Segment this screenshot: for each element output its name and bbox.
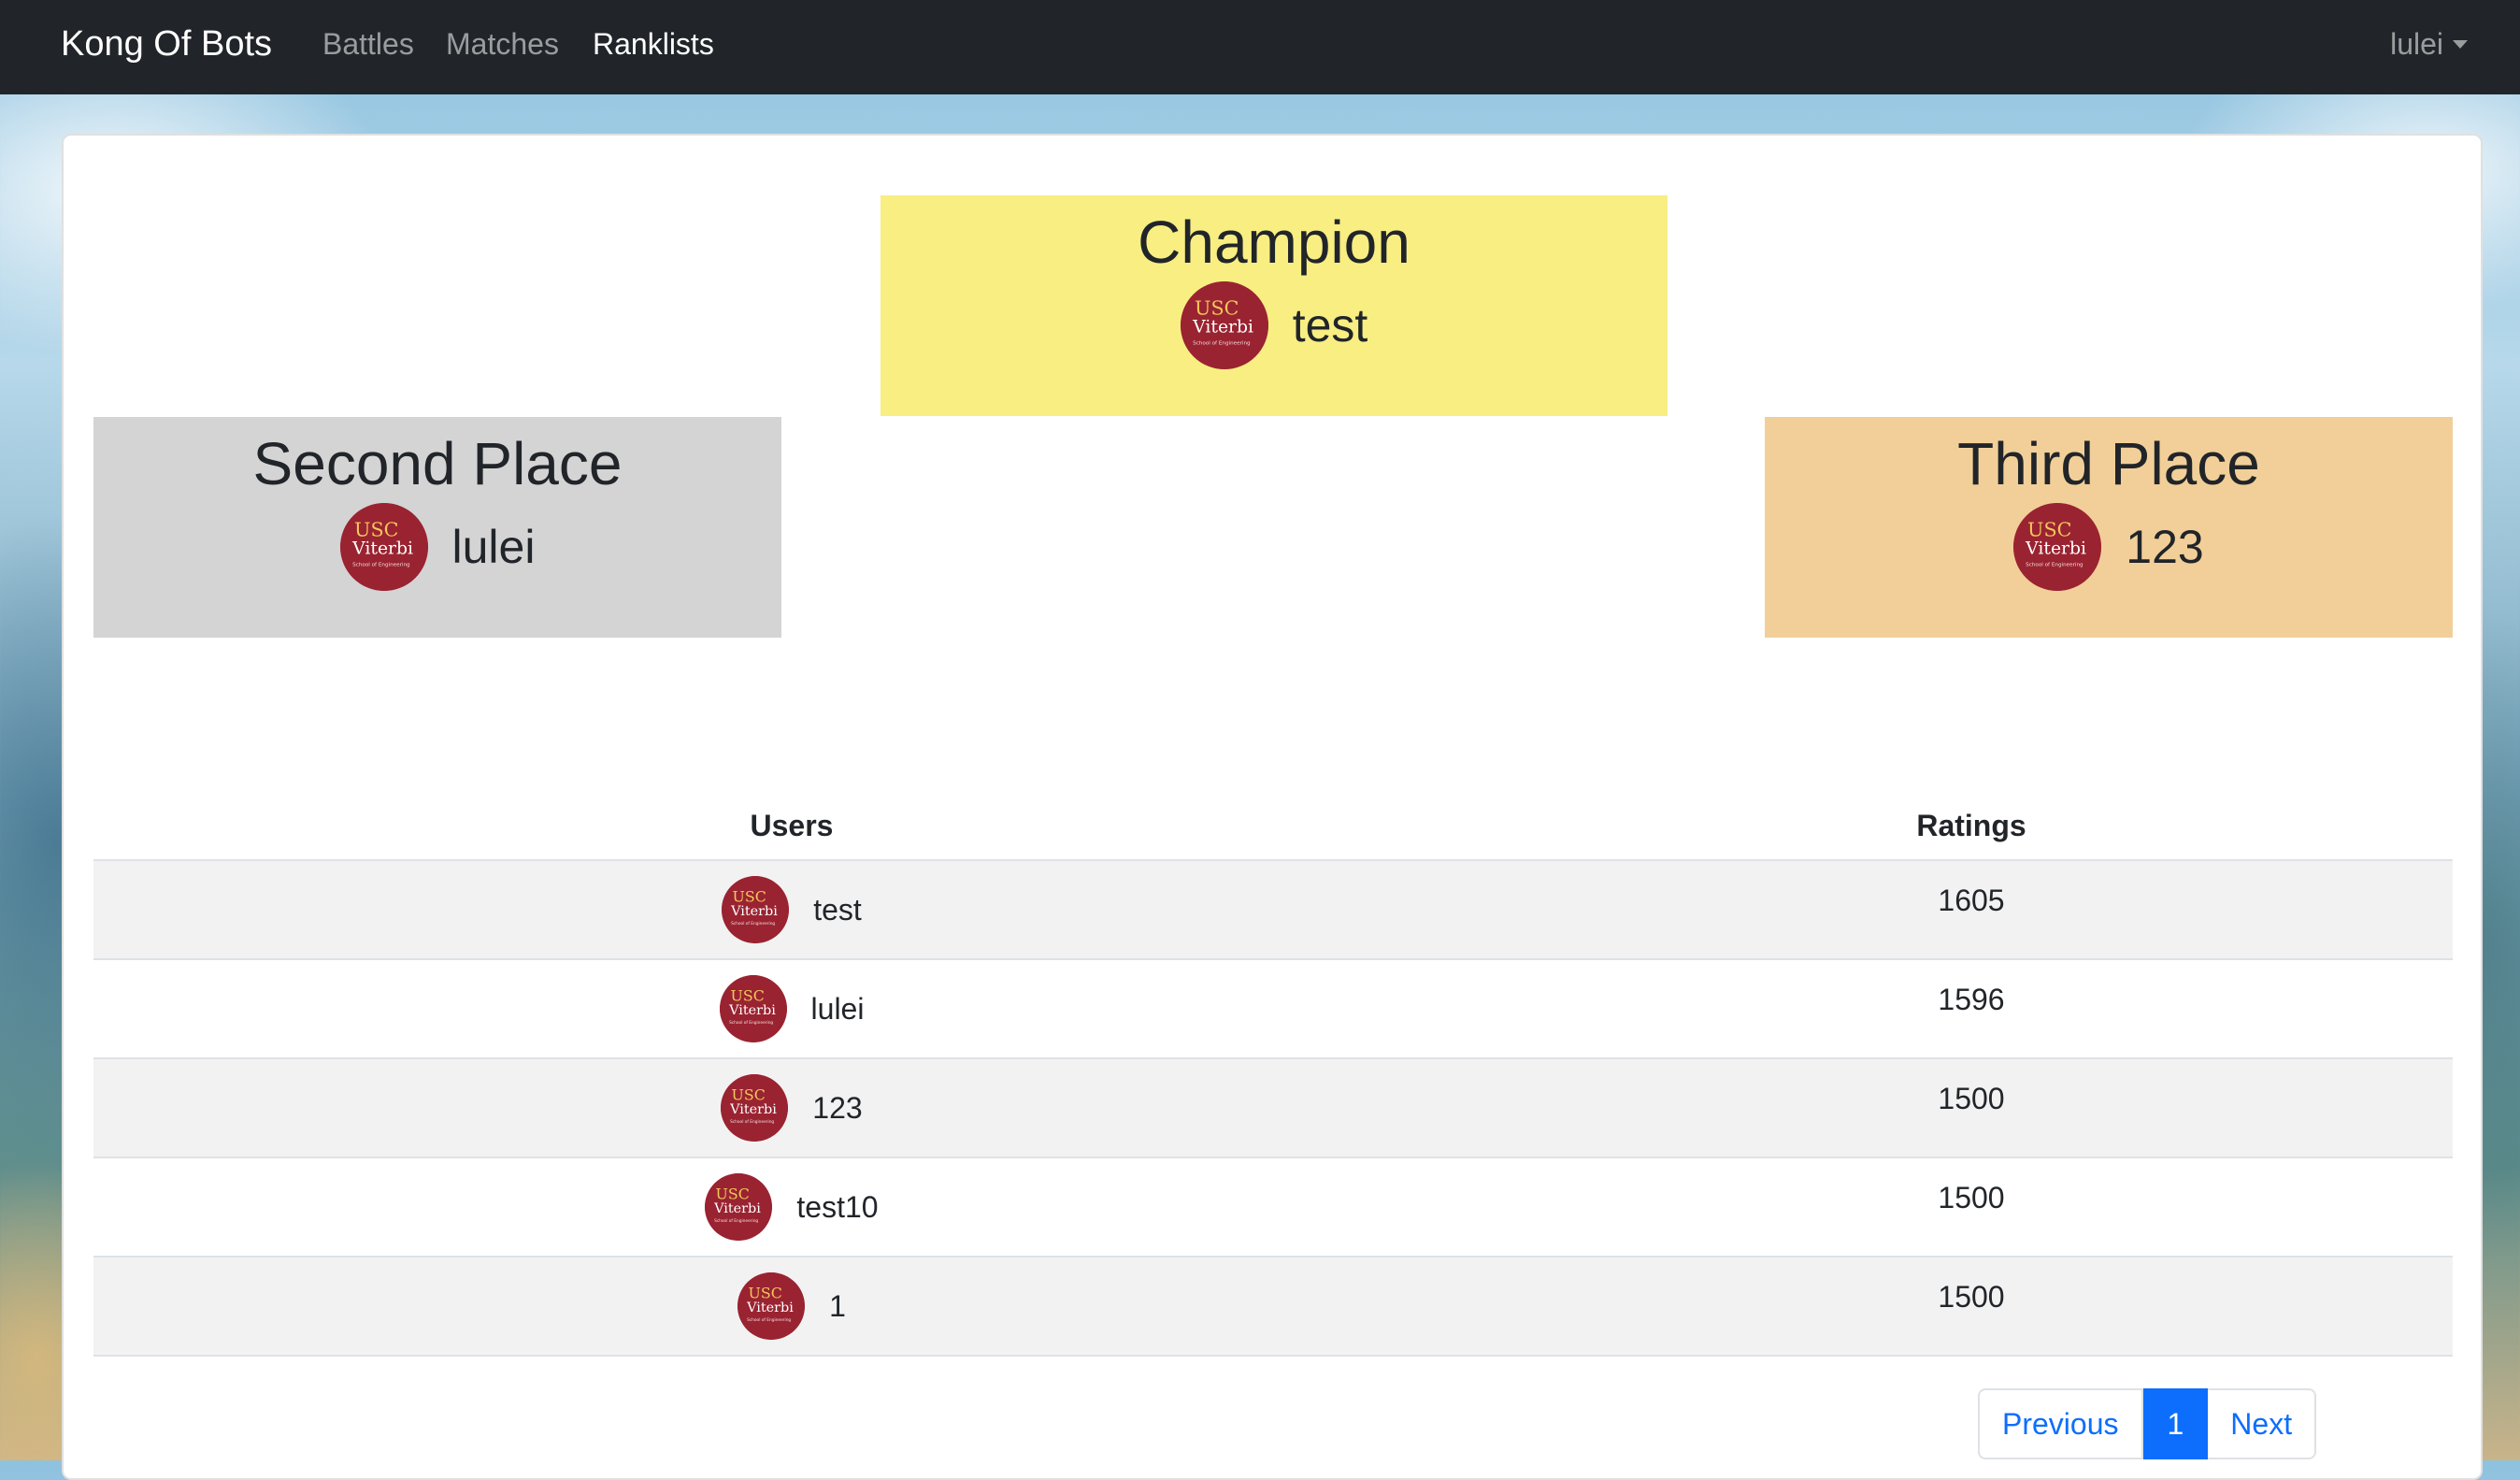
svg-text:USC: USC xyxy=(1195,297,1239,320)
avatar: USC Viterbi School of Engineering xyxy=(705,1173,773,1241)
third-place-name: 123 xyxy=(2126,521,2204,573)
ranklist-card: Champion USC Viterbi School of Engineering… xyxy=(62,134,2483,1480)
row-user: lulei xyxy=(810,991,865,1026)
table-row: USC Viterbi School of Engineering lulei 15… xyxy=(93,960,2453,1059)
avatar: USC Viterbi School of Engineering xyxy=(722,876,790,943)
user-name: lulei xyxy=(2390,27,2443,61)
svg-text:School of Engineering: School of Engineering xyxy=(352,563,410,568)
svg-text:Viterbi: Viterbi xyxy=(2025,539,2086,559)
champion-name: test xyxy=(1292,299,1368,352)
users-header: Users xyxy=(750,809,834,842)
svg-text:School of Engineering: School of Engineering xyxy=(730,1119,774,1125)
brand-link[interactable]: Kong Of Bots xyxy=(61,21,272,67)
page-1-button[interactable]: 1 xyxy=(2142,1388,2209,1459)
row-rating: 1500 xyxy=(1938,1181,2005,1214)
svg-text:Viterbi: Viterbi xyxy=(351,539,413,559)
ratings-header: Ratings xyxy=(1916,809,2026,842)
svg-text:USC: USC xyxy=(354,519,398,541)
nav-battles[interactable]: Battles xyxy=(322,23,414,65)
svg-text:Viterbi: Viterbi xyxy=(730,904,778,919)
row-rating: 1500 xyxy=(1938,1082,2005,1115)
previous-page-button[interactable]: Previous xyxy=(1978,1388,2143,1459)
avatar: USC Viterbi School of Engineering xyxy=(737,1272,806,1340)
third-place-panel: Third Place USC Viterbi School of Engineer… xyxy=(1765,417,2453,638)
second-place-name: lulei xyxy=(451,521,536,573)
row-user: test xyxy=(813,892,862,927)
table-header: Users Ratings xyxy=(93,790,2453,861)
champion-panel: Champion USC Viterbi School of Engineering… xyxy=(881,195,1668,416)
row-rating: 1605 xyxy=(1938,884,2005,917)
avatar: USC Viterbi School of Engineering xyxy=(1180,281,1268,369)
row-rating: 1500 xyxy=(1938,1280,2005,1314)
row-user: 1 xyxy=(829,1288,846,1323)
avatar: USC Viterbi School of Engineering xyxy=(339,503,428,591)
champion-title: Champion xyxy=(1138,208,1410,276)
svg-text:USC: USC xyxy=(716,1185,750,1202)
ranklist-table: Users Ratings USC Viterbi School of Engine… xyxy=(93,790,2453,1357)
second-place-panel: Second Place USC Viterbi School of Enginee… xyxy=(93,417,781,638)
pagination: Previous 1 Next xyxy=(1978,1388,2317,1459)
next-page-button[interactable]: Next xyxy=(2208,1388,2317,1459)
top-navbar: Kong Of Bots Battles Matches Ranklists l… xyxy=(0,0,2520,94)
svg-text:Viterbi: Viterbi xyxy=(713,1201,761,1216)
svg-text:School of Engineering: School of Engineering xyxy=(1193,341,1251,347)
svg-text:School of Engineering: School of Engineering xyxy=(714,1218,758,1224)
svg-text:School of Engineering: School of Engineering xyxy=(2026,563,2083,568)
nav-ranklists[interactable]: Ranklists xyxy=(593,23,714,65)
avatar: USC Viterbi School of Engineering xyxy=(2013,503,2102,591)
table-row: USC Viterbi School of Engineering 123 1500 xyxy=(93,1059,2453,1158)
third-place-title: Third Place xyxy=(1957,430,2260,497)
user-dropdown[interactable]: lulei xyxy=(2390,23,2468,65)
svg-text:School of Engineering: School of Engineering xyxy=(747,1317,791,1323)
second-place-title: Second Place xyxy=(252,430,623,497)
table-row: USC Viterbi School of Engineering test10 1… xyxy=(93,1158,2453,1257)
svg-text:School of Engineering: School of Engineering xyxy=(731,921,775,927)
row-user: test10 xyxy=(796,1189,879,1224)
svg-text:Viterbi: Viterbi xyxy=(729,1102,777,1117)
caret-down-icon xyxy=(2453,39,2468,49)
svg-text:USC: USC xyxy=(2027,519,2071,541)
svg-text:USC: USC xyxy=(732,1085,766,1103)
avatar: USC Viterbi School of Engineering xyxy=(721,1074,789,1142)
nav-matches[interactable]: Matches xyxy=(446,23,559,65)
table-row: USC Viterbi School of Engineering 1 1500 xyxy=(93,1257,2453,1357)
svg-text:School of Engineering: School of Engineering xyxy=(729,1020,773,1026)
avatar: USC Viterbi School of Engineering xyxy=(719,975,787,1042)
table-row: USC Viterbi School of Engineering test 160… xyxy=(93,861,2453,960)
svg-text:Viterbi: Viterbi xyxy=(746,1300,794,1315)
row-user: 123 xyxy=(812,1090,863,1125)
row-rating: 1596 xyxy=(1938,983,2005,1016)
svg-text:USC: USC xyxy=(749,1284,782,1301)
svg-text:USC: USC xyxy=(733,887,766,905)
svg-text:Viterbi: Viterbi xyxy=(728,1003,776,1018)
svg-text:Viterbi: Viterbi xyxy=(1192,318,1253,338)
svg-text:USC: USC xyxy=(730,986,764,1004)
